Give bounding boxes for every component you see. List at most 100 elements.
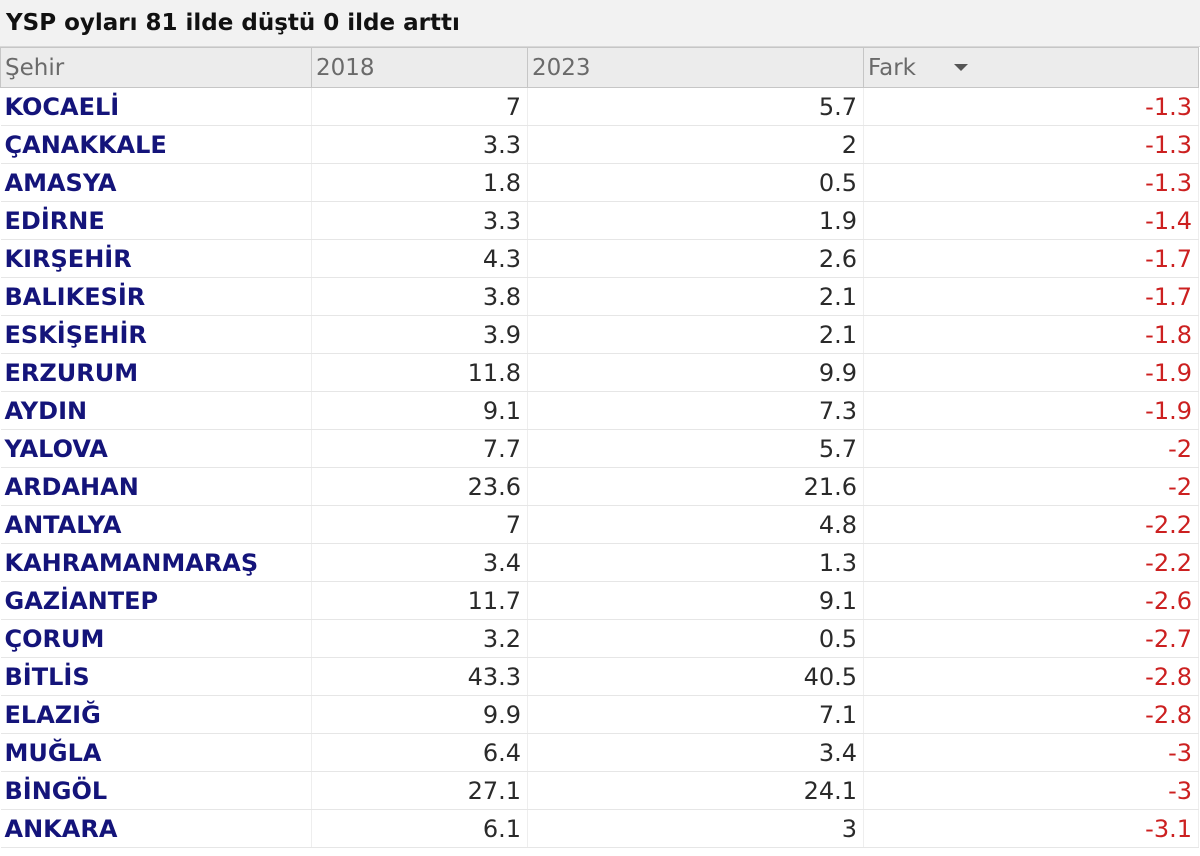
city-cell: ÇANAKKALE xyxy=(0,125,312,164)
value-2018-cell: 11.8 xyxy=(311,353,528,392)
city-cell: ÇORUM xyxy=(0,619,312,658)
city-cell: ESKİŞEHİR xyxy=(0,315,312,354)
table-row[interactable]: BİNGÖL 27.1 24.1 -3 xyxy=(0,771,1199,810)
table-body: KOCAELİ 7 5.7 -1.3 ÇANAKKALE 3.3 2 -1.3 AMASYA 1.… xyxy=(0,87,1199,848)
value-2023-cell: 2 xyxy=(527,125,864,164)
table-row[interactable]: KIRŞEHİR 4.3 2.6 -1.7 xyxy=(0,239,1199,278)
diff-cell: -1.7 xyxy=(863,239,1199,278)
city-cell: KIRŞEHİR xyxy=(0,239,312,278)
value-2023-cell: 9.9 xyxy=(527,353,864,392)
header-row: Şehir 2018 2023 Fark xyxy=(0,47,1199,88)
table-row[interactable]: EDİRNE 3.3 1.9 -1.4 xyxy=(0,201,1199,240)
value-2023-cell: 2.1 xyxy=(527,315,864,354)
value-2018-cell: 3.3 xyxy=(311,201,528,240)
table-row[interactable]: ÇORUM 3.2 0.5 -2.7 xyxy=(0,619,1199,658)
city-cell: BALIKESİR xyxy=(0,277,312,316)
table-header: Şehir 2018 2023 Fark xyxy=(0,47,1199,88)
table-row[interactable]: ANKARA 6.1 3 -3.1 xyxy=(0,809,1199,848)
value-2023-cell: 40.5 xyxy=(527,657,864,696)
title-bar: YSP oyları 81 ilde düştü 0 ilde arttı xyxy=(0,0,1200,47)
value-2023-cell: 2.1 xyxy=(527,277,864,316)
value-2023-cell: 24.1 xyxy=(527,771,864,810)
value-2023-cell: 0.5 xyxy=(527,163,864,202)
value-2018-cell: 3.4 xyxy=(311,543,528,582)
column-header-2018[interactable]: 2018 xyxy=(311,47,528,88)
table-row[interactable]: BALIKESİR 3.8 2.1 -1.7 xyxy=(0,277,1199,316)
diff-cell: -2 xyxy=(863,429,1199,468)
table-row[interactable]: ARDAHAN 23.6 21.6 -2 xyxy=(0,467,1199,506)
diff-cell: -2.8 xyxy=(863,695,1199,734)
city-cell: ARDAHAN xyxy=(0,467,312,506)
city-cell: ERZURUM xyxy=(0,353,312,392)
value-2018-cell: 3.3 xyxy=(311,125,528,164)
city-cell: BİTLİS xyxy=(0,657,312,696)
table-row[interactable]: ESKİŞEHİR 3.9 2.1 -1.8 xyxy=(0,315,1199,354)
value-2018-cell: 7 xyxy=(311,87,528,126)
column-header-diff-label: Fark xyxy=(868,54,916,81)
column-header-2023[interactable]: 2023 xyxy=(527,47,864,88)
city-cell: BİNGÖL xyxy=(0,771,312,810)
value-2023-cell: 3 xyxy=(527,809,864,848)
diff-cell: -1.4 xyxy=(863,201,1199,240)
value-2018-cell: 4.3 xyxy=(311,239,528,278)
column-header-diff[interactable]: Fark xyxy=(863,47,1199,88)
column-header-city[interactable]: Şehir xyxy=(0,47,312,88)
value-2018-cell: 3.8 xyxy=(311,277,528,316)
diff-cell: -1.9 xyxy=(863,391,1199,430)
city-cell: KOCAELİ xyxy=(0,87,312,126)
diff-cell: -2.6 xyxy=(863,581,1199,620)
table-row[interactable]: MUĞLA 6.4 3.4 -3 xyxy=(0,733,1199,772)
value-2018-cell: 1.8 xyxy=(311,163,528,202)
value-2023-cell: 1.9 xyxy=(527,201,864,240)
city-cell: ELAZIĞ xyxy=(0,695,312,734)
value-2018-cell: 3.2 xyxy=(311,619,528,658)
value-2023-cell: 9.1 xyxy=(527,581,864,620)
table-row[interactable]: YALOVA 7.7 5.7 -2 xyxy=(0,429,1199,468)
table-row[interactable]: ANTALYA 7 4.8 -2.2 xyxy=(0,505,1199,544)
table-row[interactable]: ÇANAKKALE 3.3 2 -1.3 xyxy=(0,125,1199,164)
sort-desc-arrow-icon[interactable] xyxy=(954,63,968,71)
column-header-2023-label: 2023 xyxy=(532,54,591,81)
table-row[interactable]: KAHRAMANMARAŞ 3.4 1.3 -2.2 xyxy=(0,543,1199,582)
diff-cell: -2 xyxy=(863,467,1199,506)
city-cell: MUĞLA xyxy=(0,733,312,772)
value-2023-cell: 2.6 xyxy=(527,239,864,278)
diff-cell: -1.8 xyxy=(863,315,1199,354)
data-table: Şehir 2018 2023 Fark KOCAELİ 7 5.7 -1.3 ÇANA… xyxy=(0,47,1199,848)
diff-cell: -1.3 xyxy=(863,87,1199,126)
table-row[interactable]: KOCAELİ 7 5.7 -1.3 xyxy=(0,87,1199,126)
value-2023-cell: 5.7 xyxy=(527,429,864,468)
value-2018-cell: 7.7 xyxy=(311,429,528,468)
table-row[interactable]: BİTLİS 43.3 40.5 -2.8 xyxy=(0,657,1199,696)
value-2018-cell: 7 xyxy=(311,505,528,544)
value-2018-cell: 11.7 xyxy=(311,581,528,620)
table-row[interactable]: AYDIN 9.1 7.3 -1.9 xyxy=(0,391,1199,430)
city-cell: YALOVA xyxy=(0,429,312,468)
column-header-2018-label: 2018 xyxy=(316,54,375,81)
table-row[interactable]: ELAZIĞ 9.9 7.1 -2.8 xyxy=(0,695,1199,734)
city-cell: ANTALYA xyxy=(0,505,312,544)
city-cell: EDİRNE xyxy=(0,201,312,240)
value-2023-cell: 0.5 xyxy=(527,619,864,658)
value-2023-cell: 5.7 xyxy=(527,87,864,126)
diff-cell: -3 xyxy=(863,733,1199,772)
diff-cell: -1.3 xyxy=(863,163,1199,202)
value-2023-cell: 3.4 xyxy=(527,733,864,772)
diff-cell: -1.3 xyxy=(863,125,1199,164)
diff-cell: -2.8 xyxy=(863,657,1199,696)
table-row[interactable]: AMASYA 1.8 0.5 -1.3 xyxy=(0,163,1199,202)
value-2018-cell: 3.9 xyxy=(311,315,528,354)
diff-cell: -2.2 xyxy=(863,505,1199,544)
value-2023-cell: 21.6 xyxy=(527,467,864,506)
table-row[interactable]: ERZURUM 11.8 9.9 -1.9 xyxy=(0,353,1199,392)
page-title: YSP oyları 81 ilde düştü 0 ilde arttı xyxy=(6,10,460,36)
value-2018-cell: 43.3 xyxy=(311,657,528,696)
value-2018-cell: 6.1 xyxy=(311,809,528,848)
value-2018-cell: 9.9 xyxy=(311,695,528,734)
city-cell: GAZİANTEP xyxy=(0,581,312,620)
diff-cell: -3 xyxy=(863,771,1199,810)
table-row[interactable]: GAZİANTEP 11.7 9.1 -2.6 xyxy=(0,581,1199,620)
city-cell: KAHRAMANMARAŞ xyxy=(0,543,312,582)
diff-cell: -1.7 xyxy=(863,277,1199,316)
value-2018-cell: 23.6 xyxy=(311,467,528,506)
